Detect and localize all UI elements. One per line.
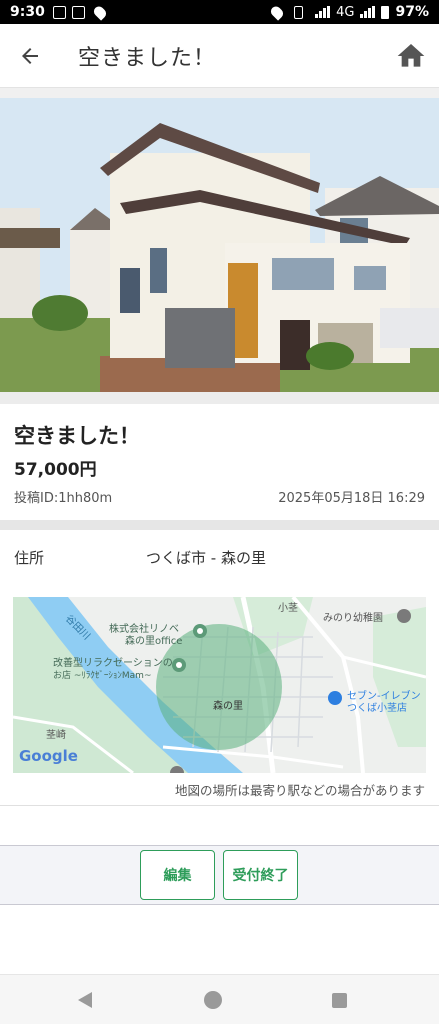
divider [0,805,439,806]
back-button[interactable] [0,24,60,88]
status-time: 9:30 [10,4,45,20]
app-bar: 空きました！ [0,24,439,88]
map-note: 地図の場所は最寄り駅などの場合があります [174,783,425,798]
house-photo [0,98,439,392]
map-label-seven-1: セブン-イレブン [347,689,421,702]
map-canvas: 谷田川 小茎 みのり幼稚園 株式会社リノベ 森の里office 改善型リラクゼー… [13,597,426,773]
listing-title: 空きました！ [14,424,140,448]
address-label: 住所 [14,549,45,567]
nav-recents-icon[interactable] [332,993,347,1008]
location-map[interactable]: 谷田川 小茎 みのり幼稚園 株式会社リノベ 森の里office 改善型リラクゼー… [13,597,426,773]
signal-icon [315,6,331,18]
home-icon [397,44,425,67]
listing-photo[interactable]: 6 [0,98,439,392]
map-label-morinosato: 森の里 [213,699,243,712]
nav-back-icon[interactable] [78,992,92,1008]
network-type: 4G [336,4,355,20]
signal-icon [360,6,376,18]
map-label-shop-1: 改善型リラクゼーションの [53,656,173,669]
section-gap [0,88,439,98]
map-label-seven-2: つくば小茎店 [347,701,407,714]
location-icon [91,3,108,21]
action-bar: 編集 受付終了 [0,845,439,905]
close-listing-button[interactable]: 受付終了 [223,850,298,900]
system-nav-bar [0,974,439,1024]
google-logo: Google [19,747,78,765]
map-label-kukizaki: 茎崎 [46,728,66,741]
edit-button[interactable]: 編集 [140,850,215,900]
map-label-company-1: 株式会社リノベ [109,622,179,635]
status-bar: 9:30 4G 97% [0,0,439,24]
map-label-company-2: 森の里office [125,634,182,647]
map-label-kindergarten: みのり幼稚園 [323,611,383,624]
map-label-kosuge: 小茎 [278,602,298,614]
battery-percent: 97% [395,4,429,20]
listing-price: 57,000円 [14,460,97,480]
address-value: つくば市 - 森の里 [146,549,266,567]
arrow-left-icon [22,47,38,64]
post-id: 投稿ID:1hh80m [14,491,113,506]
nav-home-icon[interactable] [204,991,222,1009]
photo-icon [52,5,66,19]
vibrate-icon [294,5,304,19]
clipboard-icon [71,5,85,19]
battery-icon [381,5,390,19]
section-gap [0,520,439,530]
posted-datetime: 2025年05月18日 16:29 [278,491,425,506]
map-label-shop-2: お店 ~ﾘﾗｸｾﾞｰｼｮﾝMam~ [53,669,152,681]
location-icon [268,3,286,21]
home-button[interactable] [395,40,427,72]
page-title: 空きました！ [78,45,217,71]
section-gap [0,392,439,404]
